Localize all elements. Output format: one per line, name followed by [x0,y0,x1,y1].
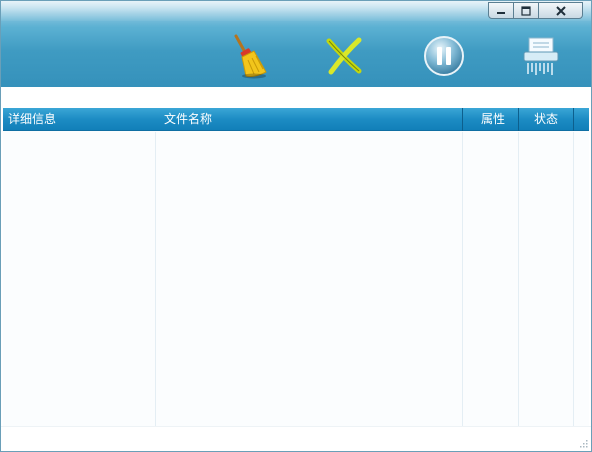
table-header: 详细信息 文件名称 属性 状态 [3,108,589,131]
delete-button[interactable] [319,31,369,81]
x-mark-icon [326,37,362,75]
close-icon [555,5,566,16]
pause-button[interactable] [419,31,469,81]
table-body[interactable] [3,132,589,426]
maximize-icon [521,5,531,16]
broom-icon [234,34,267,79]
file-table: 详细信息 文件名称 属性 状态 [3,108,589,426]
resize-grip-icon[interactable] [578,438,588,448]
title-bar [1,1,591,87]
maximize-button[interactable] [513,2,539,19]
toolbar-spacer [1,87,591,108]
pause-icon [424,36,464,76]
window-controls [488,2,583,19]
status-bar [1,426,591,451]
clean-button[interactable] [223,31,273,81]
column-header-attribute[interactable]: 属性 [481,108,505,131]
column-header-details[interactable]: 详细信息 [8,108,56,131]
shred-button[interactable] [516,31,566,81]
minimize-icon [497,11,505,14]
column-header-status[interactable]: 状态 [534,108,558,131]
close-button[interactable] [538,2,583,19]
shredder-icon [523,37,559,75]
minimize-button[interactable] [488,2,514,19]
app-window: 详细信息 文件名称 属性 状态 [0,0,592,452]
column-header-filename[interactable]: 文件名称 [164,108,212,131]
